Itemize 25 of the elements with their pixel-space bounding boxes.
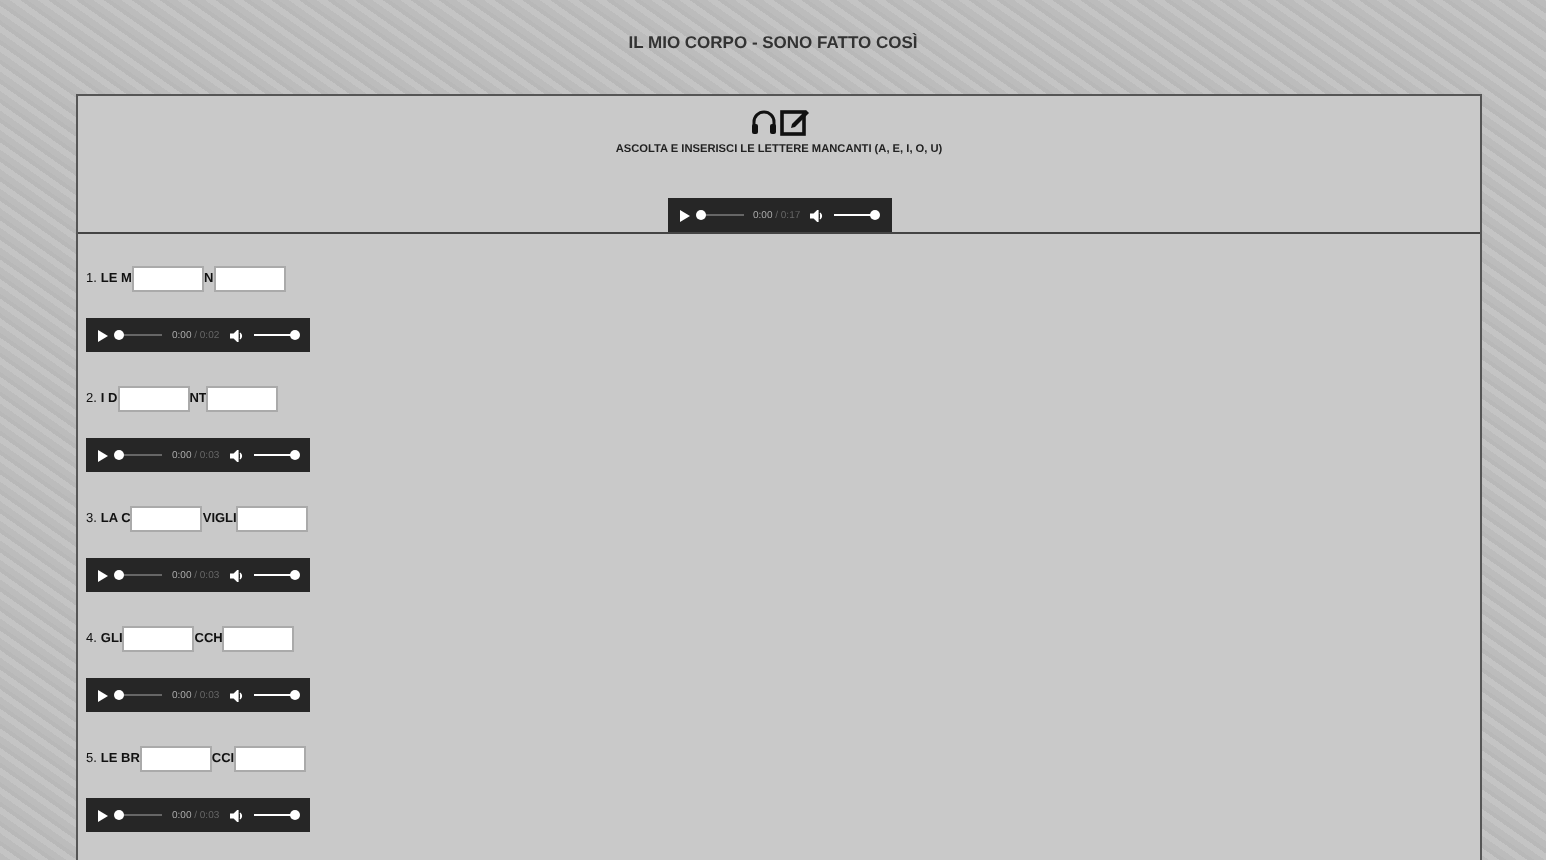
letter-input[interactable] bbox=[206, 385, 279, 411]
page-title: IL MIO CORPO - SONO FATTO COSÌ bbox=[628, 32, 918, 52]
play-icon[interactable] bbox=[98, 569, 108, 581]
volume-icon[interactable] bbox=[229, 569, 244, 581]
letter-input[interactable] bbox=[236, 505, 309, 531]
volume-icon[interactable] bbox=[229, 449, 244, 461]
letter-input[interactable] bbox=[213, 265, 286, 291]
play-icon[interactable] bbox=[679, 209, 689, 221]
letter-input[interactable] bbox=[139, 745, 212, 771]
play-icon[interactable] bbox=[98, 329, 108, 341]
letter-input[interactable] bbox=[130, 505, 203, 531]
letter-input[interactable] bbox=[234, 745, 307, 771]
play-icon[interactable] bbox=[98, 809, 108, 821]
letter-input[interactable] bbox=[117, 385, 190, 411]
volume-icon[interactable] bbox=[229, 809, 244, 821]
volume-icon[interactable] bbox=[229, 689, 244, 701]
letter-input[interactable] bbox=[222, 625, 295, 651]
letter-input[interactable] bbox=[122, 625, 195, 651]
headphones-icon bbox=[749, 108, 777, 134]
volume-icon[interactable] bbox=[229, 329, 244, 341]
play-icon[interactable] bbox=[98, 689, 108, 701]
edit-icon bbox=[779, 106, 809, 136]
letter-input[interactable] bbox=[131, 265, 204, 291]
volume-icon[interactable] bbox=[810, 209, 825, 221]
play-icon[interactable] bbox=[98, 449, 108, 461]
